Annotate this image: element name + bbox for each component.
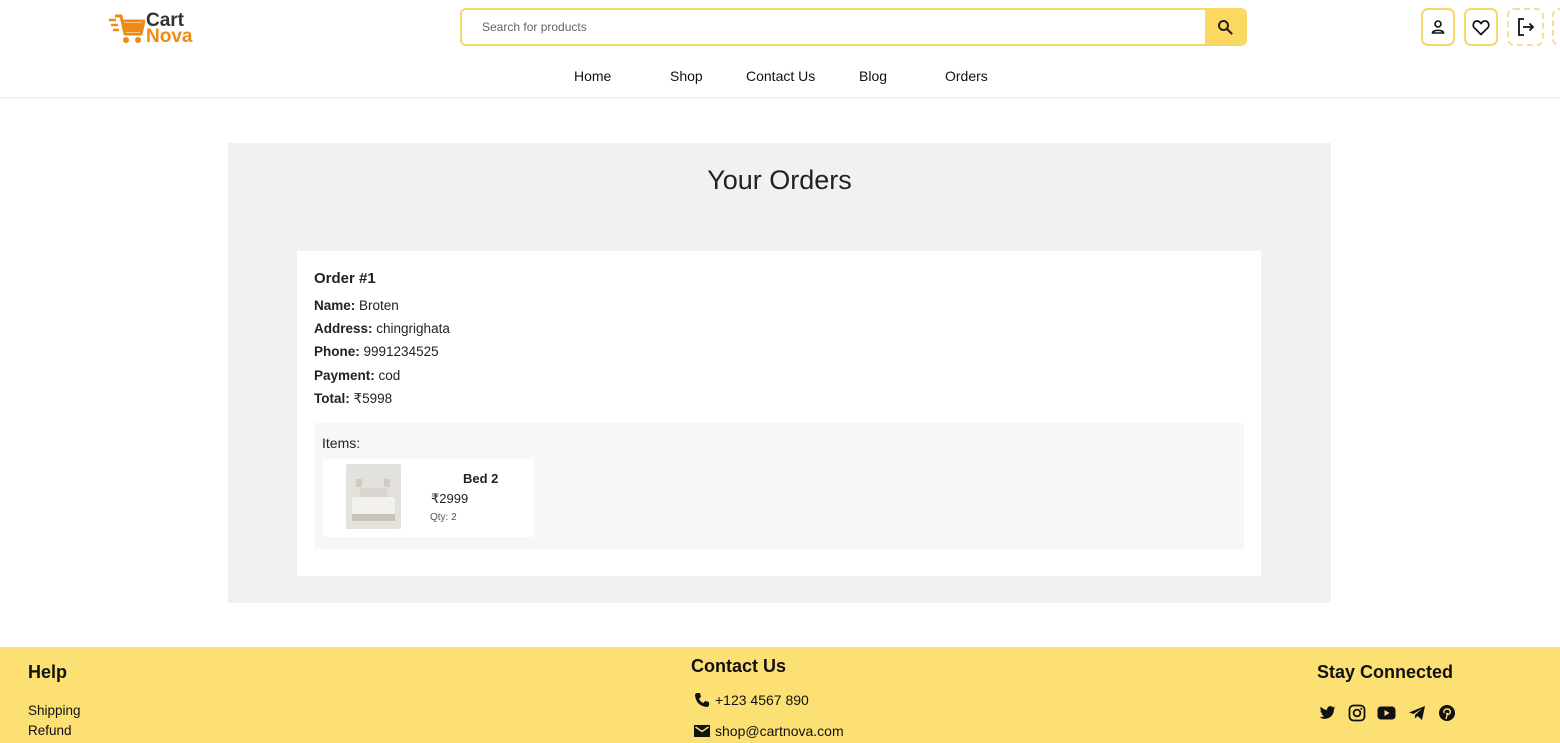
order-address-row: Address: chingrighata <box>314 321 450 336</box>
order-total-value: ₹5998 <box>353 391 393 406</box>
twitter-icon[interactable] <box>1317 703 1336 722</box>
youtube-icon[interactable] <box>1377 703 1396 722</box>
footer-stay-title: Stay Connected <box>1317 662 1454 682</box>
mail-icon <box>694 725 710 737</box>
nav-home[interactable]: Home <box>574 68 611 84</box>
user-icon <box>1431 20 1445 34</box>
search-button[interactable] <box>1205 10 1245 44</box>
footer-link-shipping[interactable]: Shipping <box>28 703 81 718</box>
page-title: Your Orders <box>707 165 852 195</box>
order-name-label: Name: <box>314 298 356 313</box>
search-bar <box>460 8 1247 46</box>
social-links <box>1317 703 1456 722</box>
brand-name: Cart Nova <box>146 11 193 47</box>
item-price: ₹2999 <box>431 491 469 506</box>
order-payment-row: Payment: cod <box>314 368 400 383</box>
cart-button[interactable] <box>1552 8 1560 46</box>
orders-section: Your Orders Order #1 Name: Broten Addres… <box>228 143 1331 603</box>
brand-name-bottom: Nova <box>146 26 193 47</box>
order-payment-label: Payment: <box>314 368 375 383</box>
order-name-value: Broten <box>359 298 399 313</box>
footer-phone-text: +123 4567 890 <box>715 692 809 708</box>
order-address-label: Address: <box>314 321 373 336</box>
item-name: Bed 2 <box>463 471 499 486</box>
heart-icon <box>1472 19 1490 35</box>
site-footer: Help Shipping Refund Contact Us +123 456… <box>0 647 1560 743</box>
search-icon <box>1218 20 1233 35</box>
nav-orders[interactable]: Orders <box>945 68 988 84</box>
order-address-value: chingrighata <box>376 321 450 336</box>
nav-blog[interactable]: Blog <box>859 68 887 84</box>
order-items: Items: Bed 2 ₹2999 Qty: 2 <box>314 423 1244 549</box>
order-payment-value: cod <box>378 368 401 383</box>
footer-help-title: Help <box>28 662 68 682</box>
instagram-icon[interactable] <box>1347 703 1366 722</box>
nav-shop[interactable]: Shop <box>670 68 703 84</box>
footer-email[interactable]: shop@cartnova.com <box>693 723 844 739</box>
brand-logo[interactable]: Cart Nova <box>109 11 193 47</box>
site-header: Cart Nova Home Shop Contact Us <box>0 0 1560 98</box>
product-image <box>346 464 401 529</box>
order-item-card[interactable]: Bed 2 ₹2999 Qty: 2 <box>323 459 534 537</box>
order-total-row: Total: ₹5998 <box>314 391 392 407</box>
footer-contact-title: Contact Us <box>691 656 787 676</box>
footer-email-text: shop@cartnova.com <box>715 723 844 739</box>
nav-contact-us[interactable]: Contact Us <box>746 68 815 84</box>
order-phone-row: Phone: 9991234525 <box>314 344 439 359</box>
footer-phone[interactable]: +123 4567 890 <box>693 691 809 709</box>
pinterest-icon[interactable] <box>1437 703 1456 722</box>
items-label: Items: <box>322 435 361 451</box>
logout-icon <box>1517 18 1534 36</box>
footer-link-refund[interactable]: Refund <box>28 723 72 738</box>
order-phone-value: 9991234525 <box>363 344 439 359</box>
order-phone-label: Phone: <box>314 344 360 359</box>
account-button[interactable] <box>1421 8 1455 46</box>
order-card: Order #1 Name: Broten Address: chingrigh… <box>297 251 1261 576</box>
logout-button[interactable] <box>1507 8 1544 46</box>
cart-logo-icon <box>109 14 145 43</box>
order-id: Order #1 <box>314 270 376 287</box>
order-name-row: Name: Broten <box>314 298 399 313</box>
search-input[interactable] <box>462 10 1205 44</box>
bed-image <box>346 464 401 529</box>
item-qty: Qty: 2 <box>430 512 457 523</box>
order-total-label: Total: <box>314 391 350 406</box>
phone-icon <box>695 693 709 707</box>
telegram-icon[interactable] <box>1407 703 1426 722</box>
wishlist-button[interactable] <box>1464 8 1498 46</box>
